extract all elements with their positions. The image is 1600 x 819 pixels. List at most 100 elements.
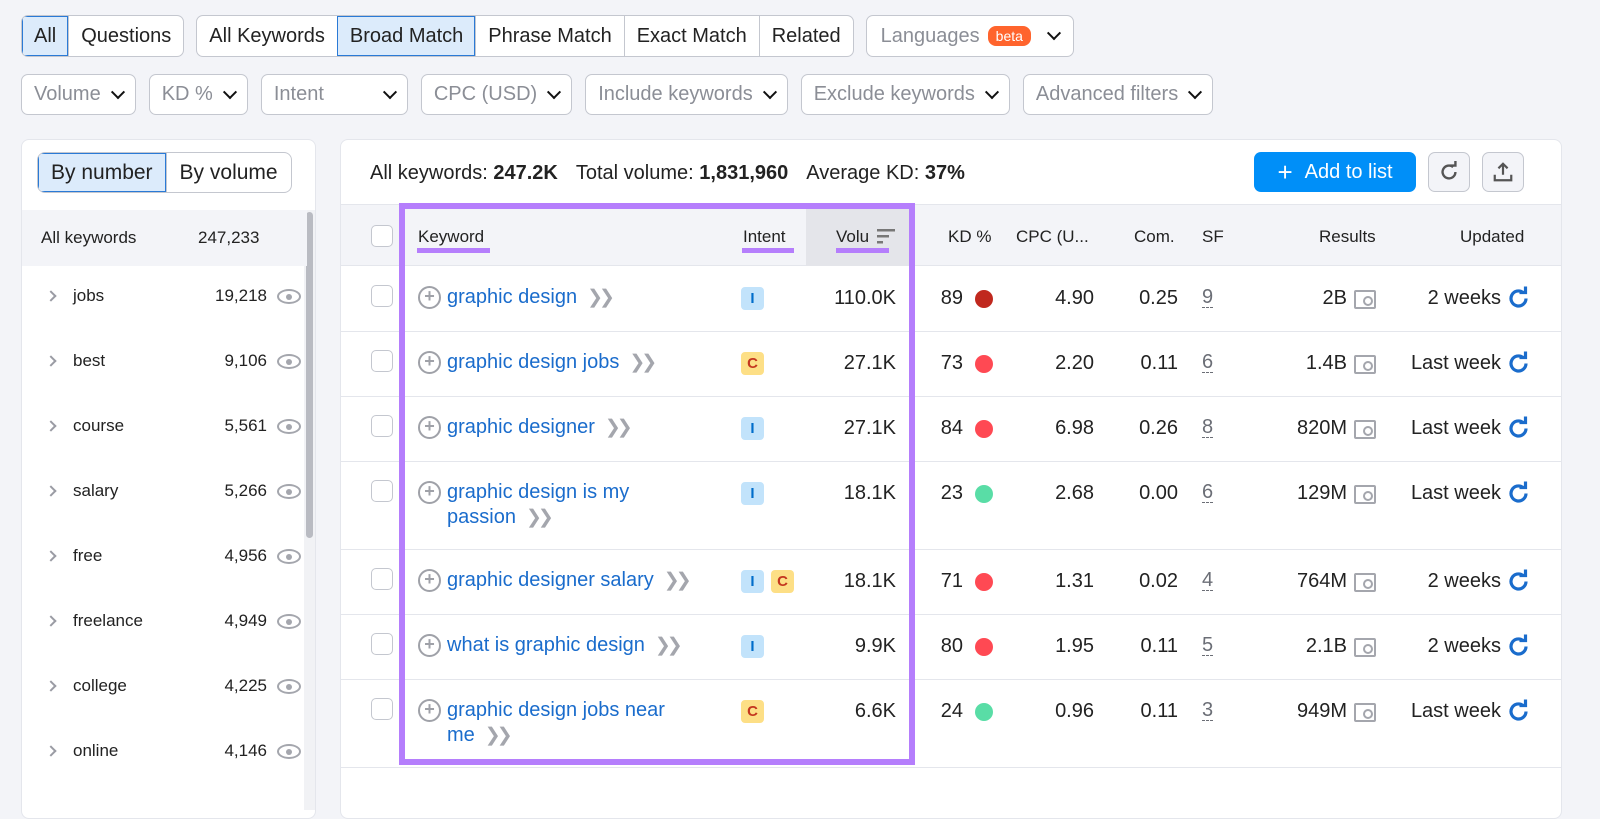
refresh-icon[interactable] xyxy=(1507,286,1531,310)
refresh-icon[interactable] xyxy=(1507,351,1531,375)
tab-all[interactable]: All xyxy=(22,16,69,56)
serp-features-count[interactable]: 6 xyxy=(1202,482,1214,503)
double-chevron-icon[interactable]: ❯❯ xyxy=(629,352,657,373)
export-button[interactable] xyxy=(1482,152,1524,192)
serp-view-icon[interactable] xyxy=(1354,638,1376,657)
tab-related[interactable]: Related xyxy=(758,16,853,56)
eye-icon[interactable] xyxy=(277,678,301,694)
chevron-right-icon[interactable] xyxy=(45,355,57,367)
chevron-right-icon[interactable] xyxy=(45,615,57,627)
kd-filter[interactable]: KD % xyxy=(148,74,248,115)
chevron-right-icon[interactable] xyxy=(45,420,57,432)
add-keyword-icon[interactable]: + xyxy=(418,699,441,722)
column-results[interactable]: Results xyxy=(1319,227,1376,247)
add-keyword-icon[interactable]: + xyxy=(418,416,441,439)
row-checkbox[interactable] xyxy=(371,480,393,502)
add-keyword-icon[interactable]: + xyxy=(418,481,441,504)
column-com[interactable]: Com. xyxy=(1134,227,1175,247)
double-chevron-icon[interactable]: ❯❯ xyxy=(605,417,633,438)
keyword-link[interactable]: graphic design ❯❯ xyxy=(447,285,707,310)
add-keyword-icon[interactable]: + xyxy=(418,634,441,657)
column-sf[interactable]: SF xyxy=(1202,227,1224,247)
refresh-icon[interactable] xyxy=(1507,481,1531,505)
row-checkbox[interactable] xyxy=(371,285,393,307)
tab-all-keywords[interactable]: All Keywords xyxy=(197,16,337,56)
row-checkbox[interactable] xyxy=(371,568,393,590)
serp-features-count[interactable]: 3 xyxy=(1202,700,1214,721)
double-chevron-icon[interactable]: ❯❯ xyxy=(485,725,513,746)
keyword-link[interactable]: graphic designer ❯❯ xyxy=(447,415,707,440)
refresh-icon[interactable] xyxy=(1507,416,1531,440)
refresh-icon[interactable] xyxy=(1507,634,1531,658)
chevron-right-icon[interactable] xyxy=(45,745,57,757)
chevron-right-icon[interactable] xyxy=(45,485,57,497)
tab-questions[interactable]: Questions xyxy=(68,16,183,56)
serp-view-icon[interactable] xyxy=(1354,290,1376,309)
double-chevron-icon[interactable]: ❯❯ xyxy=(655,635,683,656)
select-all-checkbox[interactable] xyxy=(371,225,393,247)
eye-icon[interactable] xyxy=(277,288,301,304)
row-checkbox[interactable] xyxy=(371,350,393,372)
keyword-group-item[interactable]: jobs 19,218 xyxy=(22,281,307,311)
eye-icon[interactable] xyxy=(277,483,301,499)
tab-broad-match[interactable]: Broad Match xyxy=(336,16,476,56)
refresh-icon[interactable] xyxy=(1507,699,1531,723)
serp-features-count[interactable]: 6 xyxy=(1202,352,1214,373)
serp-view-icon[interactable] xyxy=(1354,573,1376,592)
eye-icon[interactable] xyxy=(277,353,301,369)
keyword-group-item[interactable]: salary 5,266 xyxy=(22,476,307,506)
by-volume-toggle[interactable]: By volume xyxy=(165,153,291,192)
intent-filter[interactable]: Intent xyxy=(260,74,408,115)
column-cpc[interactable]: CPC (U... xyxy=(1016,227,1089,247)
languages-dropdown[interactable]: Languages beta xyxy=(865,15,1074,57)
by-number-toggle[interactable]: By number xyxy=(38,153,166,192)
tab-exact-match[interactable]: Exact Match xyxy=(623,16,759,56)
chevron-right-icon[interactable] xyxy=(45,680,57,692)
column-intent[interactable]: Intent xyxy=(743,227,786,247)
keyword-group-item[interactable]: best 9,106 xyxy=(22,346,307,376)
refresh-button[interactable] xyxy=(1428,152,1470,192)
exclude-keywords-filter[interactable]: Exclude keywords xyxy=(800,74,1010,115)
include-keywords-filter[interactable]: Include keywords xyxy=(585,74,788,115)
double-chevron-icon[interactable]: ❯❯ xyxy=(587,287,615,308)
serp-features-count[interactable]: 4 xyxy=(1202,570,1214,591)
eye-icon[interactable] xyxy=(277,743,301,759)
row-checkbox[interactable] xyxy=(371,633,393,655)
keyword-link[interactable]: what is graphic design ❯❯ xyxy=(447,633,707,658)
tab-phrase-match[interactable]: Phrase Match xyxy=(475,16,623,56)
volume-filter[interactable]: Volume xyxy=(21,74,136,115)
scrollbar-thumb[interactable] xyxy=(306,212,313,538)
row-checkbox[interactable] xyxy=(371,415,393,437)
advanced-filters[interactable]: Advanced filters xyxy=(1022,74,1214,115)
column-keyword[interactable]: Keyword xyxy=(418,227,484,247)
keyword-group-item[interactable]: free 4,956 xyxy=(22,541,307,571)
keyword-group-item[interactable]: course 5,561 xyxy=(22,411,307,441)
chevron-right-icon[interactable] xyxy=(45,290,57,302)
double-chevron-icon[interactable]: ❯❯ xyxy=(664,570,692,591)
eye-icon[interactable] xyxy=(277,418,301,434)
row-checkbox[interactable] xyxy=(371,698,393,720)
column-volume[interactable]: Volu xyxy=(836,227,896,247)
serp-features-count[interactable]: 9 xyxy=(1202,287,1214,308)
column-kd[interactable]: KD % xyxy=(948,227,991,247)
keyword-group-item[interactable]: college 4,225 xyxy=(22,671,307,701)
keyword-group-item[interactable]: online 4,146 xyxy=(22,736,307,766)
cpc-filter[interactable]: CPC (USD) xyxy=(420,74,573,115)
refresh-icon[interactable] xyxy=(1507,569,1531,593)
add-keyword-icon[interactable]: + xyxy=(418,569,441,592)
serp-view-icon[interactable] xyxy=(1354,703,1376,722)
add-keyword-icon[interactable]: + xyxy=(418,286,441,309)
all-keywords-group[interactable]: All keywords 247,233 xyxy=(22,210,307,266)
add-to-list-button[interactable]: + Add to list xyxy=(1254,152,1416,192)
keyword-link[interactable]: graphic design jobs near me ❯❯ xyxy=(447,698,707,748)
serp-view-icon[interactable] xyxy=(1354,355,1376,374)
add-keyword-icon[interactable]: + xyxy=(418,351,441,374)
chevron-right-icon[interactable] xyxy=(45,550,57,562)
serp-view-icon[interactable] xyxy=(1354,485,1376,504)
serp-view-icon[interactable] xyxy=(1354,420,1376,439)
keyword-link[interactable]: graphic designer salary ❯❯ xyxy=(447,568,707,593)
keyword-link[interactable]: graphic design is my passion ❯❯ xyxy=(447,480,707,530)
double-chevron-icon[interactable]: ❯❯ xyxy=(526,507,554,528)
keyword-group-item[interactable]: freelance 4,949 xyxy=(22,606,307,636)
eye-icon[interactable] xyxy=(277,613,301,629)
